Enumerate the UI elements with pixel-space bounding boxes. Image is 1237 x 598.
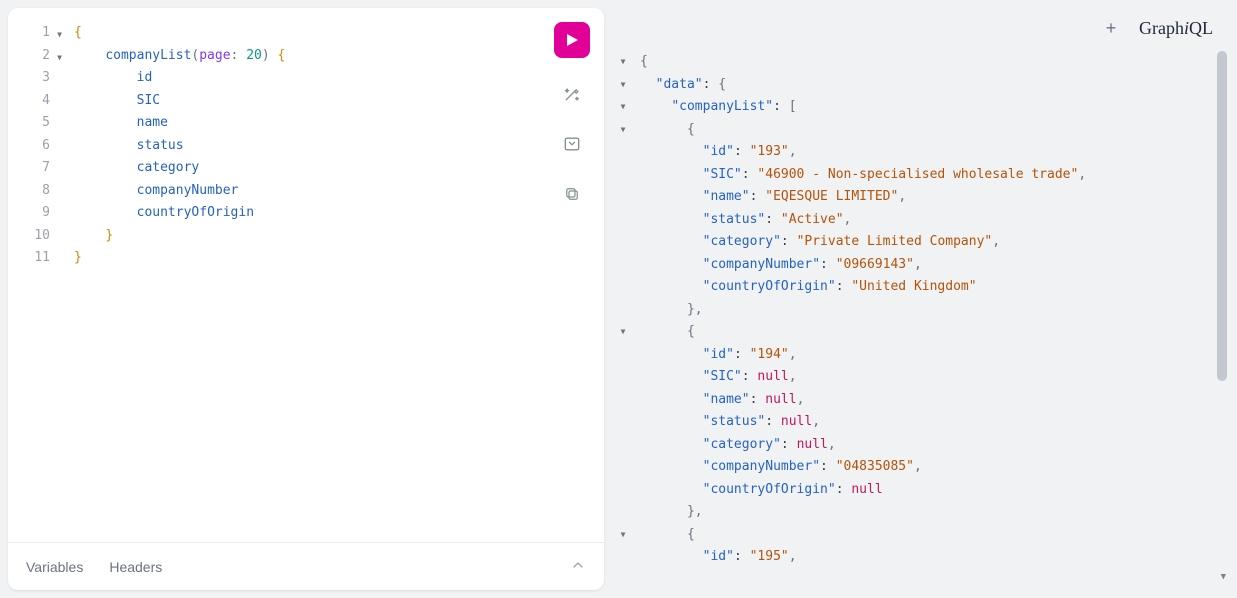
query-editor[interactable]: 1▼2▼34567891011 { companyList(page: 20) … xyxy=(8,8,604,542)
add-tab-button[interactable]: + xyxy=(1101,19,1121,39)
response-viewer[interactable]: ▼▼▼▼▼▼ { "data": { "companyList": [ { "i… xyxy=(612,45,1229,590)
plus-icon: + xyxy=(1106,18,1117,39)
merge-button[interactable] xyxy=(558,130,586,158)
merge-icon xyxy=(562,134,582,154)
copy-icon xyxy=(563,185,581,203)
scrollbar-thumb[interactable] xyxy=(1217,51,1227,381)
prettify-button[interactable] xyxy=(558,80,586,108)
tab-headers[interactable]: Headers xyxy=(109,559,162,575)
chevron-up-icon[interactable] xyxy=(570,557,586,576)
play-icon xyxy=(564,32,580,48)
tab-variables[interactable]: Variables xyxy=(26,559,83,575)
scroll-down-icon[interactable]: ▼ xyxy=(1221,566,1226,589)
line-number-gutter: 1▼2▼34567891011 xyxy=(8,8,66,542)
magic-wand-icon xyxy=(562,84,582,104)
response-code: { "data": { "companyList": [ { "id": "19… xyxy=(612,45,1229,569)
execute-query-button[interactable] xyxy=(554,22,590,58)
query-editor-panel: 1▼2▼34567891011 { companyList(page: 20) … xyxy=(8,8,604,590)
fold-gutter: ▼▼▼▼▼▼ xyxy=(612,51,634,569)
query-code[interactable]: { companyList(page: 20) { id SIC name st… xyxy=(66,8,604,542)
response-panel: + GraphiQL ▼▼▼▼▼▼ { "data": { "companyLi… xyxy=(612,8,1229,590)
copy-button[interactable] xyxy=(558,180,586,208)
footer-tabs: Variables Headers xyxy=(8,542,604,590)
graphiql-logo: GraphiQL xyxy=(1139,18,1213,39)
